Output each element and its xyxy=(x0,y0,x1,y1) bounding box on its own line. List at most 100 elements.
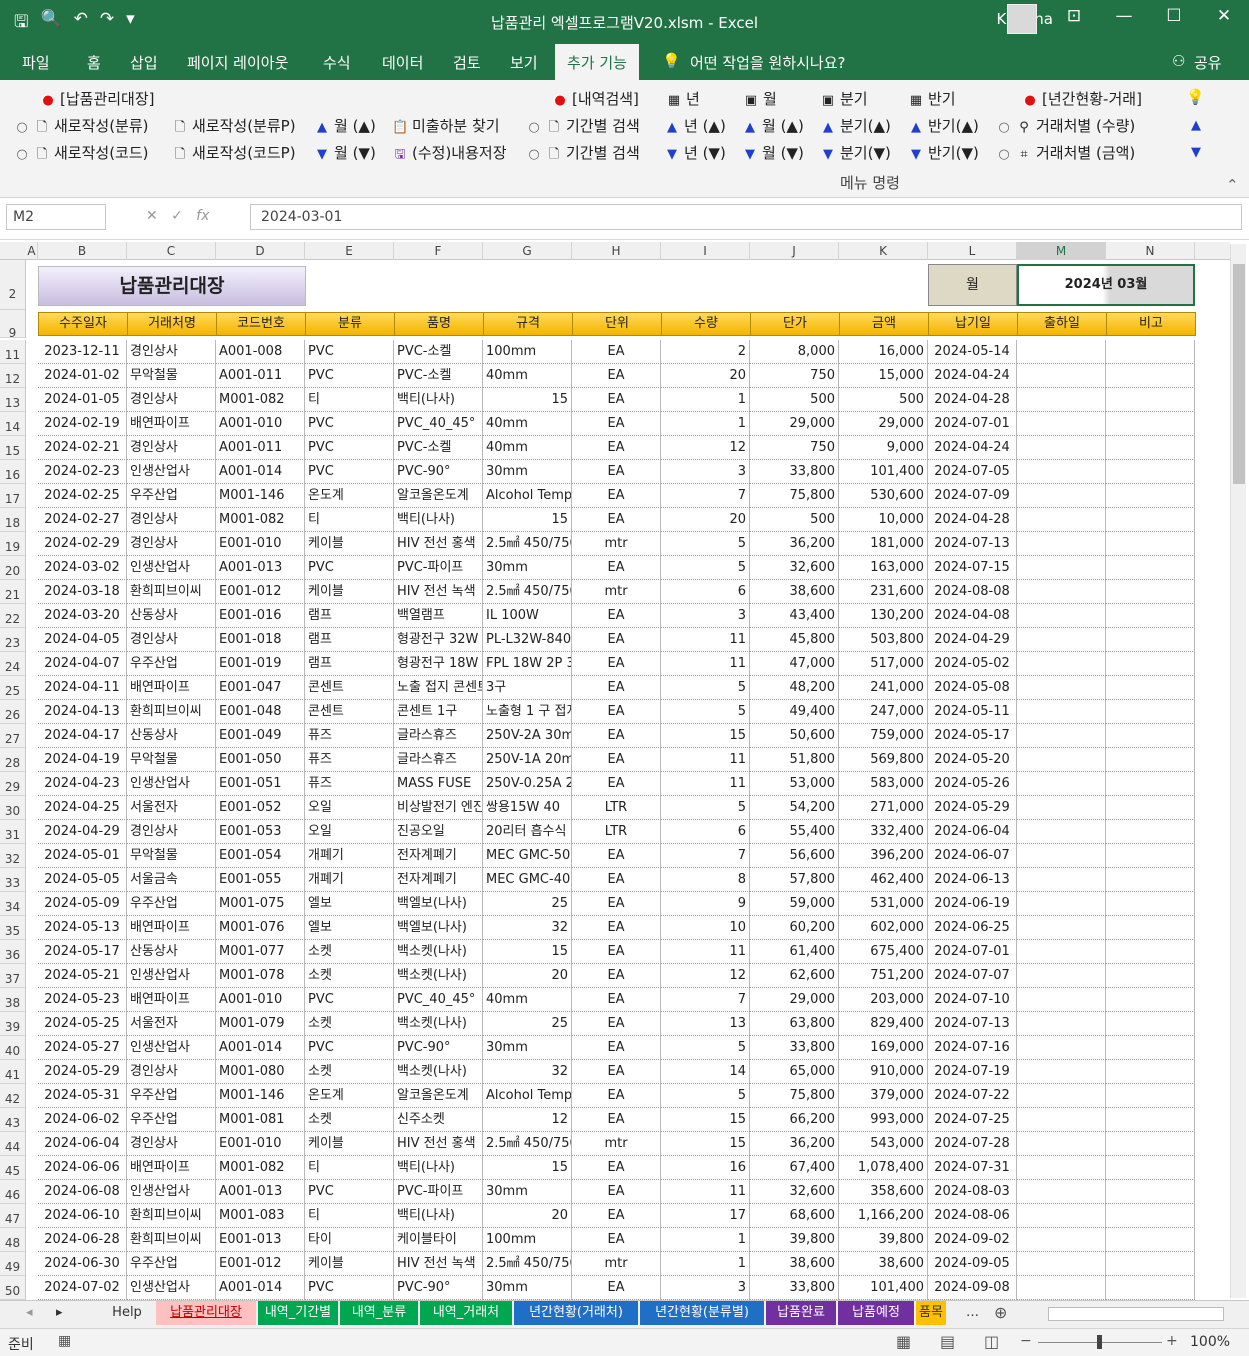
table-cell[interactable]: EA xyxy=(572,604,661,628)
table-cell[interactable]: 케이블 xyxy=(305,1132,394,1156)
table-cell[interactable]: PVC-90° xyxy=(394,1276,483,1300)
table-cell[interactable]: Alcohol Temp xyxy=(483,484,572,508)
table-cell[interactable]: 퓨즈 xyxy=(305,724,394,748)
table-cell[interactable]: 노출형 1 구 접지 xyxy=(483,700,572,724)
table-cell[interactable]: EA xyxy=(572,916,661,940)
table-cell[interactable] xyxy=(1106,964,1195,988)
table-cell[interactable]: EA xyxy=(572,1204,661,1228)
table-cell[interactable]: 2.5㎟ 450/750V xyxy=(483,1132,572,1156)
table-cell[interactable]: 2024-05-21 xyxy=(38,964,127,988)
table-cell[interactable] xyxy=(1017,1180,1106,1204)
table-cell[interactable]: E001-012 xyxy=(216,580,305,604)
table-cell[interactable]: M001-082 xyxy=(216,1156,305,1180)
table-cell[interactable]: 38,600 xyxy=(750,1252,839,1276)
table-cell[interactable]: 1 xyxy=(661,388,750,412)
tab-insert[interactable]: 삽입 xyxy=(130,52,158,73)
table-cell[interactable]: 396,200 xyxy=(839,844,928,868)
table-cell[interactable]: 2024-05-01 xyxy=(38,844,127,868)
table-cell[interactable] xyxy=(1106,340,1195,364)
table-cell[interactable]: 2024-07-02 xyxy=(38,1276,127,1300)
month-value-cell[interactable]: 2024년 03월 xyxy=(1017,264,1195,306)
table-cell[interactable]: EA xyxy=(572,388,661,412)
table-cell[interactable]: EA xyxy=(572,868,661,892)
table-cell[interactable]: 3 xyxy=(661,1276,750,1300)
table-cell[interactable] xyxy=(1106,1228,1195,1252)
table-cell[interactable]: 2024-04-19 xyxy=(38,748,127,772)
table-cell[interactable]: 소켓 xyxy=(305,1060,394,1084)
table-cell[interactable] xyxy=(1106,1276,1195,1300)
table-cell[interactable]: 16 xyxy=(661,1156,750,1180)
table-cell[interactable]: 29,000 xyxy=(839,412,928,436)
table-cell[interactable]: 2024-09-05 xyxy=(928,1252,1017,1276)
table-cell[interactable] xyxy=(1017,364,1106,388)
row-header[interactable]: 35 xyxy=(0,916,26,940)
table-cell[interactable] xyxy=(1106,556,1195,580)
table-cell[interactable]: 583,000 xyxy=(839,772,928,796)
table-cell[interactable]: EA xyxy=(572,724,661,748)
table-cell[interactable]: 40mm xyxy=(483,988,572,1012)
table-cell[interactable] xyxy=(1106,940,1195,964)
vertical-scrollbar[interactable] xyxy=(1230,244,1246,1298)
table-cell[interactable]: MASS FUSE xyxy=(394,772,483,796)
table-cell[interactable]: 배연파이프 xyxy=(127,916,216,940)
table-cell[interactable]: 30mm xyxy=(483,1036,572,1060)
table-cell[interactable]: 배연파이프 xyxy=(127,1156,216,1180)
table-cell[interactable]: 7 xyxy=(661,988,750,1012)
row-header[interactable]: 15 xyxy=(0,436,26,460)
table-cell[interactable]: 32,600 xyxy=(750,556,839,580)
table-cell[interactable] xyxy=(1106,628,1195,652)
table-cell[interactable] xyxy=(1106,1132,1195,1156)
half-year-down-button[interactable]: ▼ 반기(▼) xyxy=(908,142,979,163)
month-button[interactable]: ▣ 월 xyxy=(743,88,777,109)
table-cell[interactable]: LTR xyxy=(572,796,661,820)
table-cell[interactable]: 12 xyxy=(661,964,750,988)
table-cell[interactable]: 우주산업 xyxy=(127,1108,216,1132)
table-cell[interactable]: EA xyxy=(572,340,661,364)
table-cell[interactable]: Alcohol Temp xyxy=(483,1084,572,1108)
table-cell[interactable]: 산동상사 xyxy=(127,940,216,964)
table-cell[interactable]: 2024-05-09 xyxy=(38,892,127,916)
radio-icon[interactable]: ○ xyxy=(14,147,30,162)
quarter-button[interactable]: ▣ 분기 xyxy=(820,88,868,109)
table-cell[interactable]: 콘센트 xyxy=(305,676,394,700)
half-year-button[interactable]: ▦ 반기 xyxy=(908,88,956,109)
table-cell[interactable]: 5 xyxy=(661,532,750,556)
table-cell[interactable] xyxy=(1106,460,1195,484)
table-cell[interactable]: 462,400 xyxy=(839,868,928,892)
table-cell[interactable]: 3구 xyxy=(483,676,572,700)
table-cell[interactable]: 2024-04-25 xyxy=(38,796,127,820)
table-cell[interactable]: HIV 전선 홍색 xyxy=(394,1132,483,1156)
table-cell[interactable]: 2024-02-19 xyxy=(38,412,127,436)
column-header-j[interactable]: J xyxy=(750,242,839,260)
table-cell[interactable]: 2024-03-20 xyxy=(38,604,127,628)
table-cell[interactable]: E001-018 xyxy=(216,628,305,652)
row-header[interactable]: 36 xyxy=(0,940,26,964)
table-cell[interactable]: 67,400 xyxy=(750,1156,839,1180)
table-cell[interactable]: 5 xyxy=(661,556,750,580)
table-cell[interactable]: 우주산업 xyxy=(127,652,216,676)
table-cell[interactable]: 169,000 xyxy=(839,1036,928,1060)
table-cell[interactable]: 530,600 xyxy=(839,484,928,508)
table-cell[interactable]: A001-011 xyxy=(216,436,305,460)
table-cell[interactable]: 36,200 xyxy=(750,1132,839,1156)
table-cell[interactable]: 2024-08-08 xyxy=(928,580,1017,604)
table-cell[interactable]: EA xyxy=(572,1276,661,1300)
table-cell[interactable]: EA xyxy=(572,1060,661,1084)
table-cell[interactable]: 61,400 xyxy=(750,940,839,964)
table-cell[interactable]: 60,200 xyxy=(750,916,839,940)
row-header[interactable]: 13 xyxy=(0,388,26,412)
table-cell[interactable]: M001-077 xyxy=(216,940,305,964)
horizontal-scrollbar[interactable] xyxy=(1048,1307,1224,1321)
table-cell[interactable]: PVC xyxy=(305,1276,394,1300)
table-cell[interactable]: 75,800 xyxy=(750,484,839,508)
table-cell[interactable] xyxy=(1017,988,1106,1012)
table-cell[interactable]: M001-083 xyxy=(216,1204,305,1228)
row-header[interactable]: 40 xyxy=(0,1036,26,1060)
table-cell[interactable]: 9,000 xyxy=(839,436,928,460)
table-cell[interactable]: 2024-07-01 xyxy=(928,412,1017,436)
table-cell[interactable]: 503,800 xyxy=(839,628,928,652)
table-cell[interactable]: 알코올온도계 xyxy=(394,484,483,508)
quarter-down-button[interactable]: ▼ 분기(▼) xyxy=(820,142,891,163)
table-cell[interactable]: HIV 전선 녹색 xyxy=(394,580,483,604)
table-cell[interactable] xyxy=(1017,1132,1106,1156)
